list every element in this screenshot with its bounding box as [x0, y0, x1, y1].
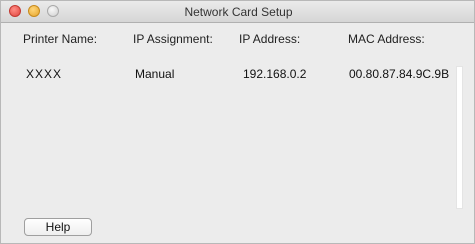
ip-assignment-cell: Manual — [135, 67, 175, 81]
printer-name-cell: XXXX — [26, 67, 63, 81]
column-header-ip-address: IP Address: — [239, 32, 301, 46]
column-header-printer-name: Printer Name: — [23, 32, 98, 46]
title-bar: Network Card Setup — [1, 1, 474, 23]
column-header-ip-assignment: IP Assignment: — [133, 32, 213, 46]
window-title: Network Card Setup — [184, 5, 293, 19]
vertical-scrollbar[interactable] — [456, 66, 463, 209]
ip-address-cell: 192.168.0.2 — [243, 67, 307, 81]
mac-address-cell: 00.80.87.84.9C.9B — [349, 67, 450, 81]
network-card-setup-window: Network Card Setup Printer Name: IP Assi… — [0, 0, 475, 244]
help-button[interactable]: Help — [24, 218, 92, 236]
column-header-mac-address: MAC Address: — [348, 32, 425, 46]
